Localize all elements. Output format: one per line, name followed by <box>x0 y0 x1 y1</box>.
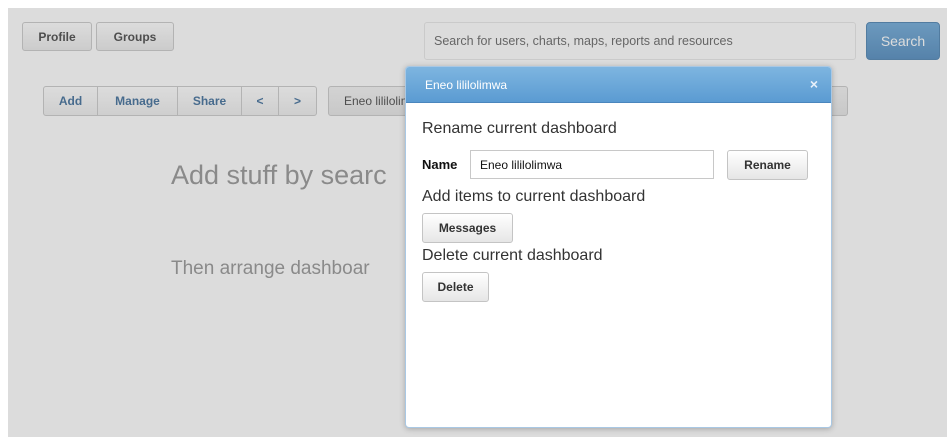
dashboard-name-field[interactable]: Eneo lililolimwa <box>470 150 714 179</box>
rename-heading: Rename current dashboard <box>422 120 617 137</box>
dialog-titlebar: Eneo lililolimwa × <box>406 67 831 103</box>
rename-button[interactable]: Rename <box>727 150 808 180</box>
name-label: Name <box>422 157 458 172</box>
messages-button[interactable]: Messages <box>422 213 513 243</box>
delete-button[interactable]: Delete <box>422 272 489 302</box>
delete-heading: Delete current dashboard <box>422 247 603 264</box>
manage-dashboard-dialog: Eneo lililolimwa × Rename current dashbo… <box>405 66 832 428</box>
dialog-title: Eneo lililolimwa <box>425 77 508 92</box>
add-items-heading: Add items to current dashboard <box>422 188 646 205</box>
close-icon[interactable]: × <box>807 77 821 91</box>
